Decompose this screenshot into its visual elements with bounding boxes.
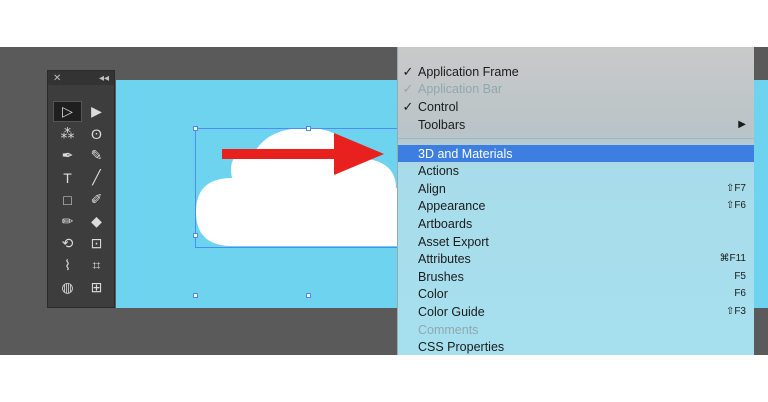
menu-item-shortcut: ⇧F7 [725,183,746,194]
menu-item-label: Application Frame [418,64,519,79]
menu-item-label: Appearance [418,198,486,213]
line-icon[interactable]: ╱ [82,167,111,188]
menu-item-label: Toolbars [418,117,466,132]
selection-handle[interactable] [193,233,198,238]
collapse-icon[interactable]: ◂◂ [99,73,109,84]
menu-item-label: 3D and Materials [418,146,513,161]
menu-item-label: CSS Properties [418,339,505,354]
menu-item-asset-export[interactable]: Asset Export [398,233,754,250]
menu-item-align[interactable]: Align ⇧F7 [398,180,754,197]
menu-item-shortcut: ⇧F3 [725,306,746,317]
paintbrush-icon[interactable]: ✐ [82,189,111,210]
pencil-icon[interactable]: ✏ [53,211,82,232]
menu-item-label: Color [418,286,448,301]
menu-item-shortcut: F5 [734,271,746,282]
menu-item-comments[interactable]: Comments [398,321,754,338]
rectangle-icon[interactable]: □ [53,189,82,210]
menu-item-application-bar[interactable]: ✓ Application Bar [398,80,754,97]
menu-item-css-properties[interactable]: CSS Properties [398,338,754,355]
checkmark-icon: ✓ [402,63,414,79]
menu-item-label: Artboards [418,216,473,231]
menu-item-label: Attributes [418,251,471,266]
menu-item-color[interactable]: Color F6 [398,285,754,302]
shape-builder-icon[interactable]: ◍ [53,277,82,298]
menu-item-artboards[interactable]: Artboards [398,215,754,232]
menu-item-label: Actions [418,163,459,178]
checkmark-icon: ✓ [402,98,414,114]
magic-wand-icon[interactable]: ⁂ [53,123,82,144]
tools-panel-header[interactable]: ✕ ◂◂ [48,71,114,85]
menu-item-label: Control [418,99,459,114]
checkmark-icon: ✓ [402,80,414,96]
selection-icon[interactable]: ▶ [82,101,111,122]
lasso-icon[interactable]: ʘ [82,123,111,144]
rotate-icon[interactable]: ⟲ [53,233,82,254]
tool-grid: ▷ ▶ ⁂ ʘ ✒ ✎ T ╱ □ ✐ ✏ ◆ ⟲ ⊡ ⌇ ⌗ ◍ ⊞ [53,101,111,298]
menu-item-3d-and-materials[interactable]: 3D and Materials [398,145,754,162]
direct-selection-icon[interactable]: ▷ [53,101,82,122]
pen-icon[interactable]: ✒ [53,145,82,166]
close-icon[interactable]: ✕ [53,73,61,84]
menu-item-shortcut: ⇧F6 [725,200,746,211]
selection-handle[interactable] [306,126,311,131]
menu-item-actions[interactable]: Actions [398,162,754,179]
menu-item-label: Align [418,181,446,196]
type-icon[interactable]: T [53,167,82,188]
submenu-arrow-icon: ▶ [738,119,746,130]
menu-item-label: Asset Export [418,234,489,249]
eraser-icon[interactable]: ◆ [82,211,111,232]
menu-item-label: Application Bar [418,81,503,96]
menu-item-color-guide[interactable]: Color Guide ⇧F3 [398,303,754,320]
selection-handle[interactable] [193,293,198,298]
scale-icon[interactable]: ⊡ [82,233,111,254]
menu-item-brushes[interactable]: Brushes F5 [398,268,754,285]
menu-item-shortcut: ⌘F11 [719,253,747,264]
menu-item-label: Comments [418,322,479,337]
menu-item-label: Brushes [418,269,464,284]
red-arrow-annotation [222,133,384,175]
selection-handle[interactable] [306,293,311,298]
menu-item-control[interactable]: ✓ Control [398,98,754,115]
curvature-icon[interactable]: ✎ [82,145,111,166]
perspective-grid-icon[interactable]: ⊞ [82,277,111,298]
selection-handle[interactable] [193,126,198,131]
tools-panel[interactable]: ✕ ◂◂ ▷ ▶ ⁂ ʘ ✒ ✎ T ╱ □ ✐ ✏ ◆ ⟲ ⊡ ⌇ ⌗ ◍ ⊞ [47,70,115,308]
free-transform-icon[interactable]: ⌗ [82,255,111,276]
width-icon[interactable]: ⌇ [53,255,82,276]
menu-item-toolbars[interactable]: Toolbars ▶ [398,116,754,133]
menu-item-application-frame[interactable]: ✓ Application Frame [398,63,754,80]
menu-item-attributes[interactable]: Attributes ⌘F11 [398,250,754,267]
menu-divider [398,138,754,139]
menu-item-appearance[interactable]: Appearance ⇧F6 [398,197,754,214]
window-menu: ✓ Application Frame ✓ Application Bar ✓ Contr… [398,47,754,355]
menu-item-label: Color Guide [418,304,485,319]
menu-item-shortcut: F6 [734,288,746,299]
